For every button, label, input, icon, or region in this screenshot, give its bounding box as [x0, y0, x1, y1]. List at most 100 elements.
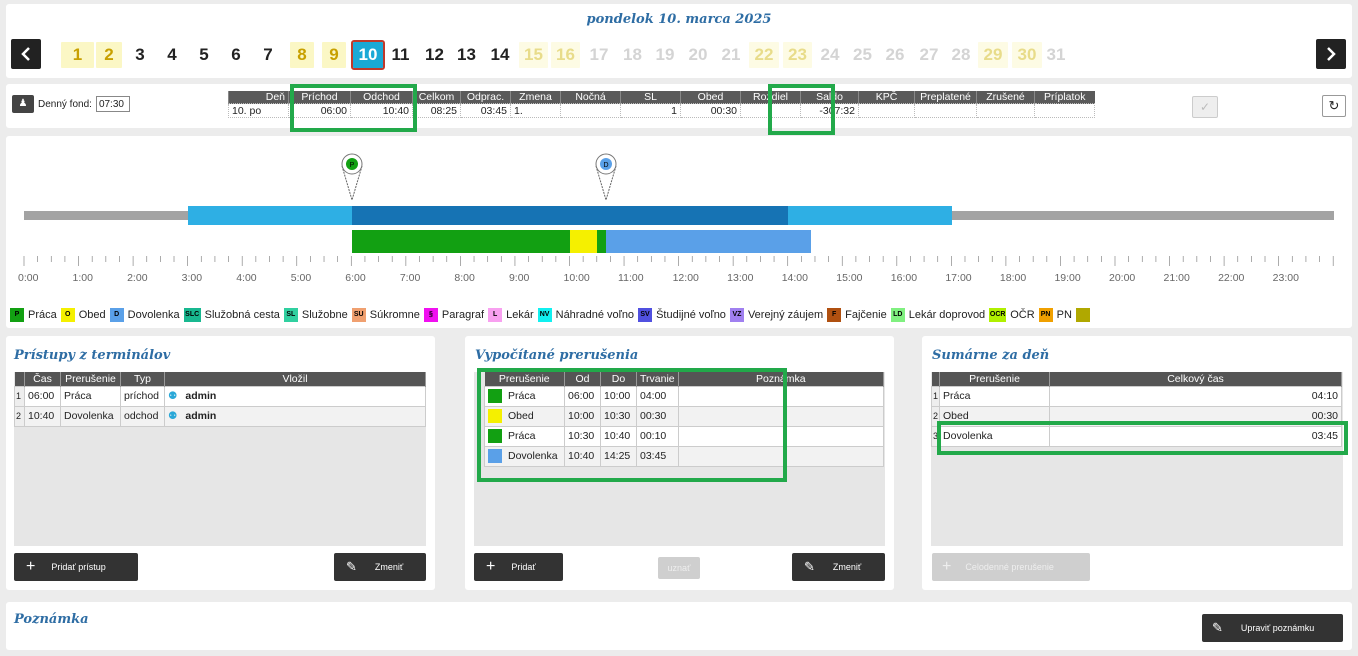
summary-cell — [560, 103, 621, 118]
legend-item: OCR OČR — [989, 308, 1035, 322]
pencil-icon: ✎ — [804, 559, 815, 574]
col-header[interactable]: Prerušenie — [60, 372, 121, 386]
day-1[interactable]: 1 — [61, 42, 94, 68]
vypocitane-title: Vypočítané prerušenia — [475, 348, 639, 363]
day-20[interactable]: 20 — [683, 42, 713, 68]
hour-label: 9:00 — [508, 272, 530, 284]
legend-badge: SL — [283, 308, 298, 322]
table-row[interactable]: 1 Práca 04:10 — [930, 385, 1342, 407]
day-16[interactable]: 16 — [551, 42, 580, 68]
legend-item: O Obed — [60, 308, 106, 322]
full-day-break-button[interactable]: + Celodenné prerušenie — [932, 553, 1090, 581]
day-3[interactable]: 3 — [128, 42, 152, 68]
edit-break-button[interactable]: ✎ Zmeniť — [792, 553, 885, 581]
summary-col-header: KPČ — [858, 91, 915, 104]
legend-item: PN PN — [1038, 308, 1072, 322]
day-24[interactable]: 24 — [815, 42, 845, 68]
day-27[interactable]: 27 — [914, 42, 944, 68]
day-19[interactable]: 19 — [650, 42, 680, 68]
col-header[interactable]: Celkový čas — [1049, 372, 1342, 386]
day-17[interactable]: 17 — [584, 42, 614, 68]
day-15[interactable]: 15 — [519, 42, 548, 68]
day-30[interactable]: 30 — [1012, 42, 1042, 68]
table-cell: ⚉ admin — [164, 385, 426, 407]
legend-badge: O — [60, 308, 75, 322]
col-header[interactable]: Typ — [120, 372, 165, 386]
day-25[interactable]: 25 — [848, 42, 877, 68]
summary-col-header: Zmena — [510, 91, 561, 104]
edit-access-button[interactable]: ✎ Zmeniť — [334, 553, 426, 581]
summary-col-header: Obed — [680, 91, 741, 104]
pin-odchod-label: D — [603, 162, 608, 169]
add-access-label: Pridať prístup — [51, 562, 106, 572]
day-26[interactable]: 26 — [880, 42, 910, 68]
day-10[interactable]: 10 — [351, 40, 385, 70]
pencil-icon: ✎ — [346, 559, 357, 574]
legend-badge: F — [827, 308, 842, 322]
summary-cell: 03:45 — [460, 103, 511, 118]
legend-item: NV Náhradné voľno — [537, 308, 634, 322]
legend-badge: § — [423, 308, 438, 322]
day-12[interactable]: 12 — [420, 42, 449, 68]
legend-label: Fajčenie — [845, 309, 887, 321]
col-header[interactable] — [14, 372, 25, 386]
legend-label: PN — [1056, 309, 1072, 321]
day-23[interactable]: 23 — [783, 42, 812, 68]
legend-label: Súkromne — [369, 309, 420, 321]
confirm-button[interactable]: ✓ — [1192, 96, 1218, 118]
day-11[interactable]: 11 — [387, 42, 414, 68]
col-header[interactable]: Vložil — [164, 372, 426, 386]
next-day-button[interactable] — [1316, 39, 1346, 69]
hour-label: 15:00 — [836, 272, 863, 284]
legend-item: § Paragraf — [423, 308, 485, 322]
chevron-left-icon — [21, 47, 30, 61]
prev-day-button[interactable] — [11, 39, 41, 69]
check-icon: ✓ — [1199, 100, 1211, 114]
legend-item: D Dovolenka — [109, 308, 180, 322]
legend-badge: NV — [537, 308, 552, 322]
col-header[interactable]: Prerušenie — [939, 372, 1051, 386]
col-header[interactable] — [931, 372, 941, 386]
day-28[interactable]: 28 — [946, 42, 976, 68]
pin-odchod[interactable]: D — [595, 153, 617, 202]
refresh-button[interactable]: ↻ — [1322, 95, 1346, 117]
legend-badge: SU — [351, 308, 366, 322]
hour-label: 19:00 — [1054, 272, 1081, 284]
legend-label: Paragraf — [441, 309, 485, 321]
edit-break-label: Zmeniť — [832, 562, 862, 572]
table-row[interactable]: 2 10:40 Dovolenka odchod ⚉ admin — [14, 405, 426, 427]
day-21[interactable]: 21 — [716, 42, 746, 68]
day-18[interactable]: 18 — [618, 42, 647, 68]
add-access-button[interactable]: + Pridať prístup — [14, 553, 138, 581]
summary-col-header: SL — [620, 91, 681, 104]
day-22[interactable]: 22 — [749, 42, 779, 68]
day-7[interactable]: 7 — [256, 42, 280, 68]
legend-badge: SV — [638, 308, 653, 322]
day-29[interactable]: 29 — [978, 42, 1008, 68]
legend-badge — [1075, 308, 1090, 322]
denny-fond-input[interactable]: 07:30 — [95, 96, 130, 112]
add-break-button[interactable]: + Pridať — [474, 553, 563, 581]
poznamka-title: Poznámka — [14, 612, 89, 627]
day-2[interactable]: 2 — [96, 42, 122, 68]
day-13[interactable]: 13 — [452, 42, 481, 68]
day-31[interactable]: 31 — [1043, 42, 1069, 68]
sumarne-title: Sumárne za deň — [932, 348, 1050, 363]
uznat-button[interactable]: uznať — [658, 557, 700, 579]
table-cell: 10:40 — [24, 405, 61, 427]
legend-badge: L — [488, 308, 503, 322]
day-9[interactable]: 9 — [322, 42, 346, 68]
day-5[interactable]: 5 — [192, 42, 216, 68]
day-6[interactable]: 6 — [224, 42, 248, 68]
summary-cell — [858, 103, 915, 118]
edit-note-button[interactable]: ✎ Upraviť poznámku — [1202, 614, 1343, 642]
col-header[interactable]: Čas — [24, 372, 61, 386]
pin-prichod[interactable]: P — [341, 153, 363, 202]
day-4[interactable]: 4 — [160, 42, 184, 68]
day-8[interactable]: 8 — [290, 42, 314, 68]
table-row[interactable]: 1 06:00 Práca príchod ⚉ admin — [14, 385, 426, 407]
day-14[interactable]: 14 — [485, 42, 515, 68]
hour-label: 2:00 — [127, 272, 148, 284]
users-icon[interactable]: ♟ — [12, 95, 34, 113]
legend-item — [1075, 308, 1094, 322]
